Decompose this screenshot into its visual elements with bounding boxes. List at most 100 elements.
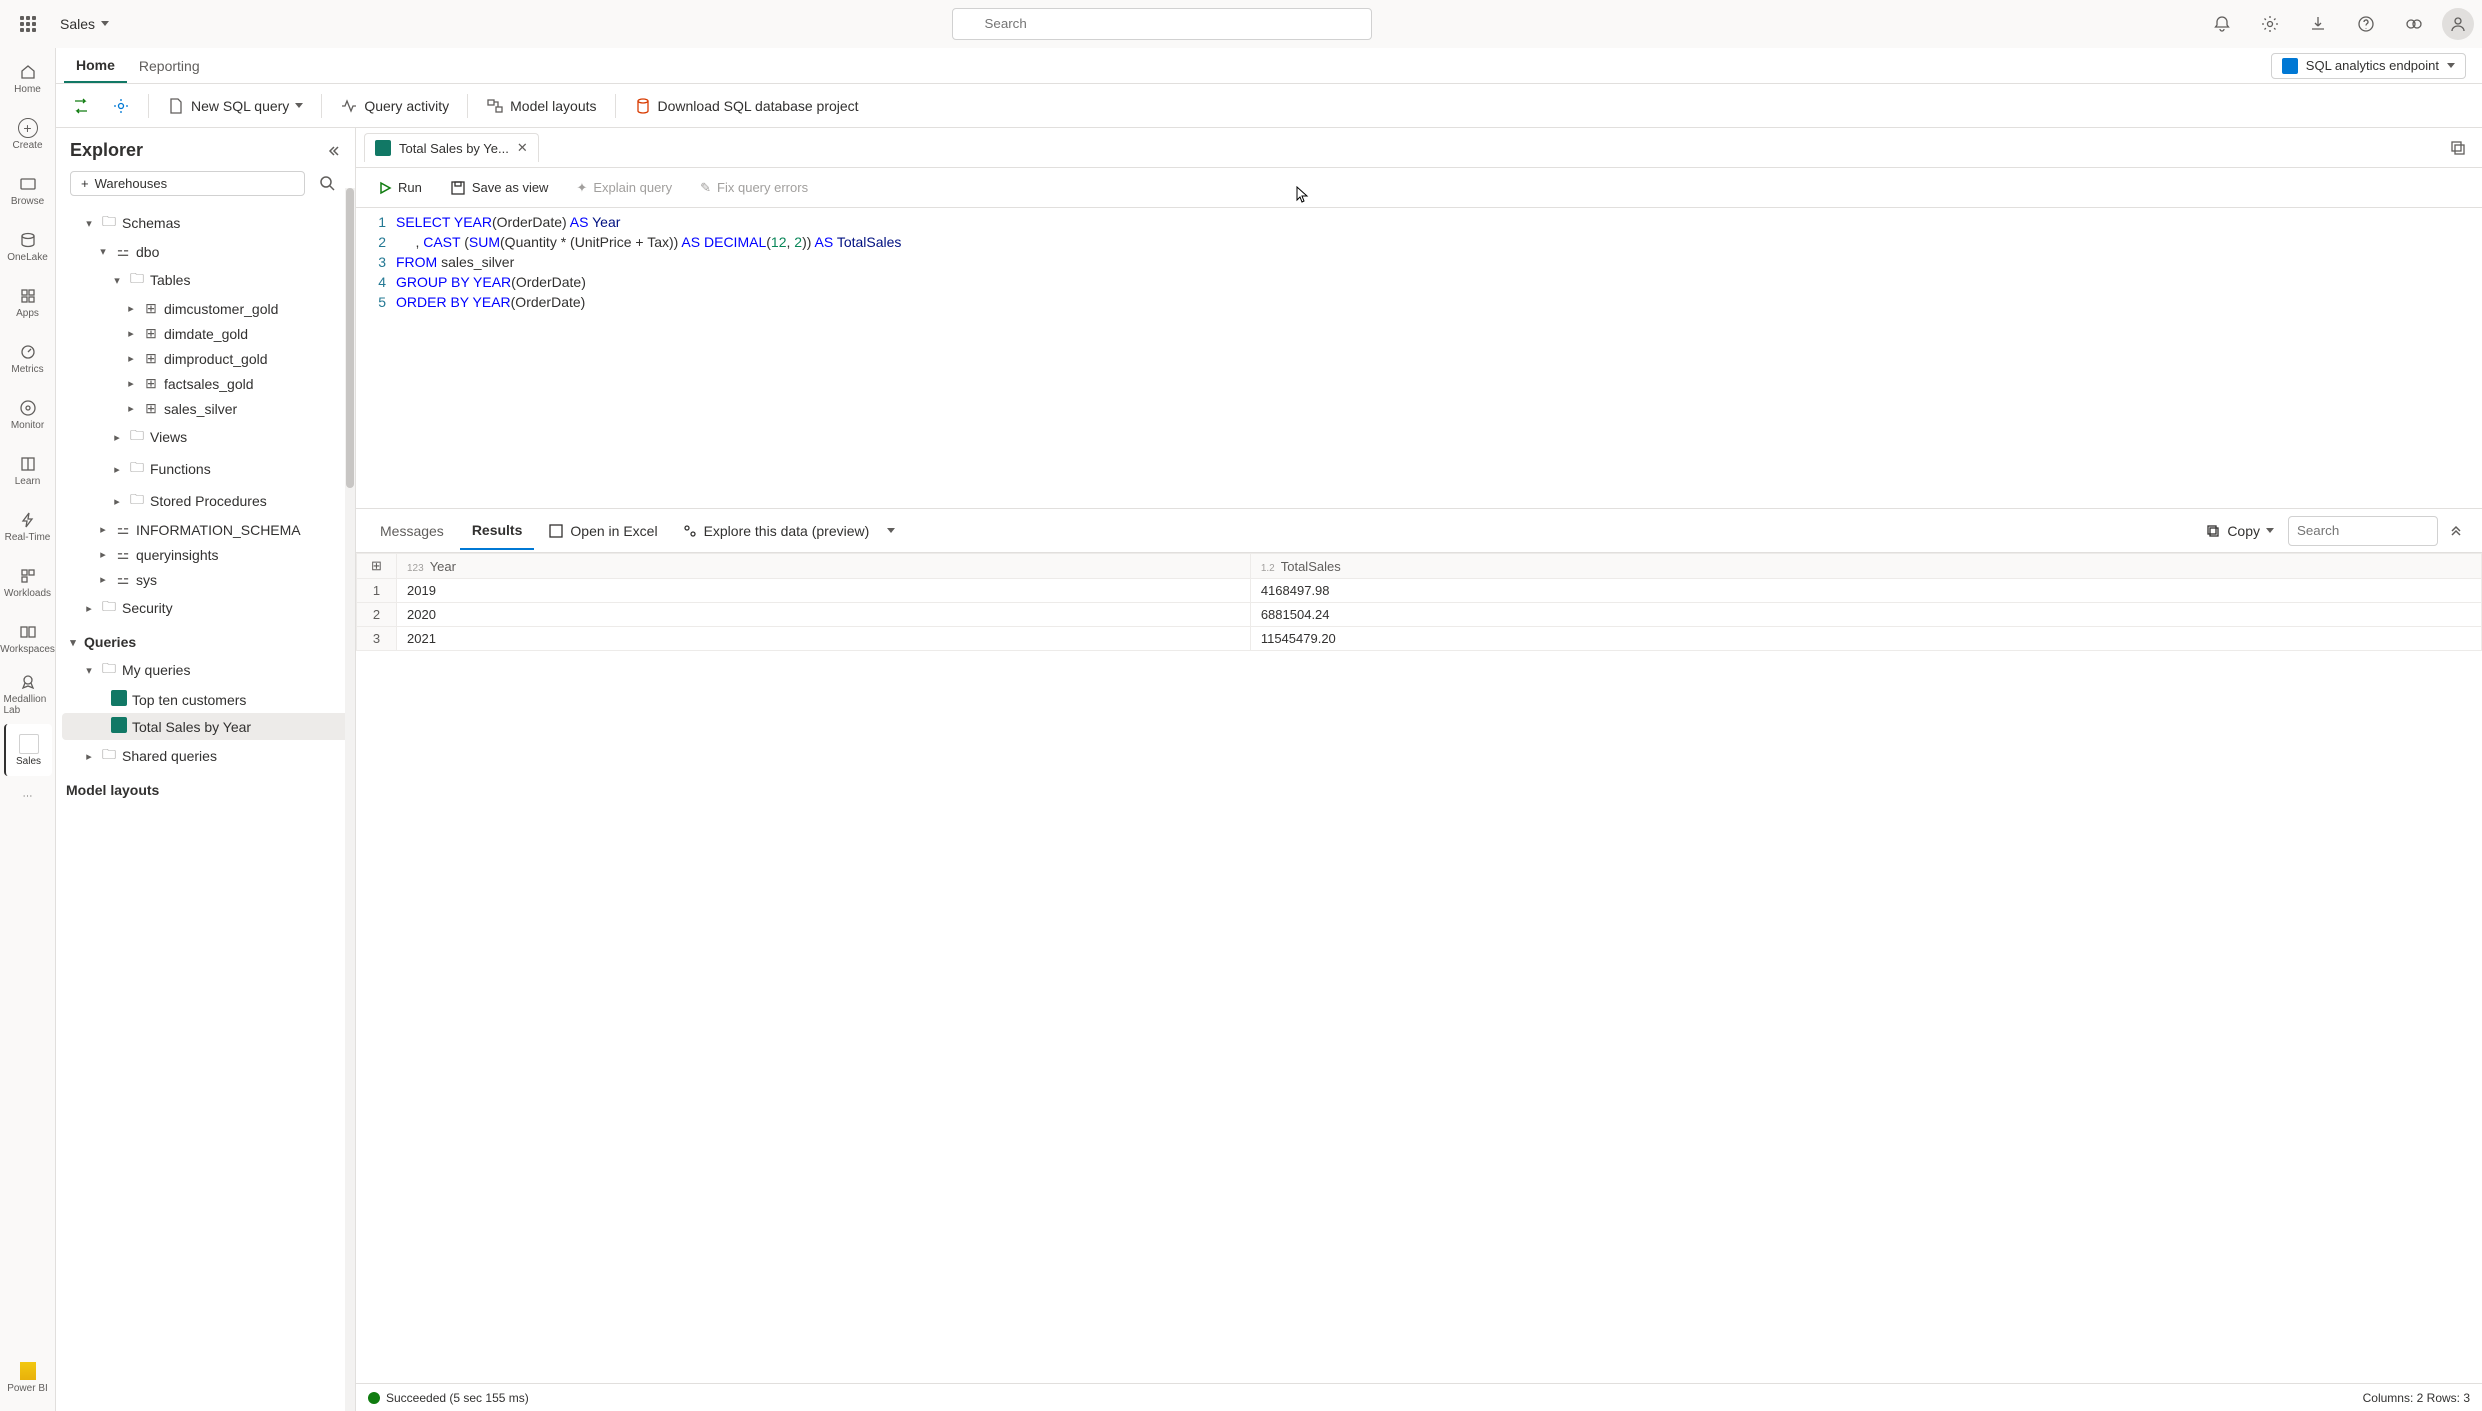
settings-icon[interactable] xyxy=(2250,4,2290,44)
nav-apps[interactable]: Apps xyxy=(4,276,52,328)
tree-table[interactable]: ▸ ⊞ dimcustomer_gold xyxy=(62,296,349,321)
download-project-button[interactable]: Download SQL database project xyxy=(626,93,867,119)
tree-schemas[interactable]: ▾ 🗀 Schemas xyxy=(62,207,349,239)
tab-home[interactable]: Home xyxy=(64,49,127,83)
nav-learn[interactable]: Learn xyxy=(4,444,52,496)
results-grid[interactable]: ⊞ 123Year 1.2TotalSales 1 2019 4168497.9… xyxy=(356,553,2482,1383)
messages-tab[interactable]: Messages xyxy=(368,513,456,549)
table-row[interactable]: 3 2021 11545479.20 xyxy=(357,627,2482,651)
copy-button[interactable]: Copy xyxy=(2195,519,2284,543)
close-tab-button[interactable]: ✕ xyxy=(517,140,528,156)
save-icon xyxy=(450,180,466,196)
workspace-dropdown[interactable]: Sales xyxy=(48,16,121,32)
query-activity-button[interactable]: Query activity xyxy=(332,93,457,119)
tree-security[interactable]: ▸ 🗀 Security xyxy=(62,592,349,624)
chevron-down-icon xyxy=(295,103,303,108)
model-layouts-button[interactable]: Model layouts xyxy=(478,93,604,119)
download-icon[interactable] xyxy=(2298,4,2338,44)
folder-icon: 🗀 xyxy=(128,457,146,481)
nav-onelake[interactable]: OneLake xyxy=(4,220,52,272)
new-sql-query-button[interactable]: New SQL query xyxy=(159,93,311,119)
tree-query-item-selected[interactable]: Total Sales by Year xyxy=(62,713,349,740)
nav-sales[interactable]: Sales xyxy=(4,724,52,776)
nav-metrics[interactable]: Metrics xyxy=(4,332,52,384)
tree-query-item[interactable]: Top ten customers xyxy=(62,686,349,713)
chevron-down-icon xyxy=(887,528,895,533)
tree-dbo[interactable]: ▾ ⚍ dbo xyxy=(62,239,349,264)
nav-powerbi[interactable]: Power BI xyxy=(4,1351,52,1403)
schema-icon: ⚍ xyxy=(114,243,132,260)
nav-home[interactable]: Home xyxy=(4,52,52,104)
table-row[interactable]: 2 2020 6881504.24 xyxy=(357,603,2482,627)
chevron-down-icon: ▾ xyxy=(110,274,124,287)
tree-sys[interactable]: ▸ ⚍ sys xyxy=(62,567,349,592)
nav-monitor[interactable]: Monitor xyxy=(4,388,52,440)
tree-model-layouts-section[interactable]: Model layouts xyxy=(62,778,349,802)
results-tab[interactable]: Results xyxy=(460,512,535,550)
tree-stored-procs[interactable]: ▸ 🗀 Stored Procedures xyxy=(62,485,349,517)
explorer-search-button[interactable] xyxy=(313,169,341,197)
table-icon: ⊞ xyxy=(142,400,160,417)
chevron-right-icon: ▸ xyxy=(110,495,124,508)
refresh-button[interactable] xyxy=(64,93,98,119)
chevron-right-icon: ▸ xyxy=(124,352,138,365)
tree-table[interactable]: ▸ ⊞ dimdate_gold xyxy=(62,321,349,346)
gear-icon xyxy=(112,97,130,115)
column-header-total[interactable]: 1.2TotalSales xyxy=(1250,554,2481,579)
editor-tab[interactable]: Total Sales by Ye... ✕ xyxy=(364,133,539,162)
tree-views[interactable]: ▸ 🗀 Views xyxy=(62,421,349,453)
run-button[interactable]: Run xyxy=(368,176,432,199)
tree-table[interactable]: ▸ ⊞ dimproduct_gold xyxy=(62,346,349,371)
app-launcher[interactable] xyxy=(8,4,48,44)
tree-queryinsights[interactable]: ▸ ⚍ queryinsights xyxy=(62,542,349,567)
tree-queries-section[interactable]: ▾ Queries xyxy=(62,630,349,654)
tree-my-queries[interactable]: ▾ 🗀 My queries xyxy=(62,654,349,686)
nav-browse[interactable]: Browse xyxy=(4,164,52,216)
chevron-right-icon: ▸ xyxy=(82,750,96,763)
feedback-icon[interactable] xyxy=(2394,4,2434,44)
status-success-icon xyxy=(368,1392,380,1404)
explorer-scrollbar[interactable] xyxy=(345,188,355,1411)
sql-file-icon xyxy=(110,717,128,736)
chevron-right-icon: ▸ xyxy=(96,548,110,561)
scrollbar-thumb[interactable] xyxy=(346,188,354,488)
collapse-explorer-button[interactable] xyxy=(325,143,341,159)
nav-create[interactable]: + Create xyxy=(4,108,52,160)
table-icon: ⊞ xyxy=(142,375,160,392)
nav-more[interactable]: ⋯ xyxy=(4,780,52,812)
tree-functions[interactable]: ▸ 🗀 Functions xyxy=(62,453,349,485)
status-text: Succeeded (5 sec 155 ms) xyxy=(386,1391,529,1405)
code-content[interactable]: SELECT YEAR(OrderDate) AS Year , CAST (S… xyxy=(396,208,2482,508)
chevron-down-icon xyxy=(2447,63,2455,68)
collapse-results-button[interactable] xyxy=(2442,517,2470,545)
nav-realtime[interactable]: Real-Time xyxy=(4,500,52,552)
global-search-input[interactable] xyxy=(952,8,1372,40)
notifications-icon[interactable] xyxy=(2202,4,2242,44)
nav-medallion[interactable]: Medallion Lab xyxy=(4,668,52,720)
save-view-button[interactable]: Save as view xyxy=(440,176,559,200)
open-excel-button[interactable]: Open in Excel xyxy=(538,519,667,543)
warehouses-button[interactable]: + Warehouses xyxy=(70,171,305,196)
tree-tables[interactable]: ▾ 🗀 Tables xyxy=(62,264,349,296)
fix-errors-button: ✎ Fix query errors xyxy=(690,176,818,200)
sql-editor[interactable]: 1 2 3 4 5 SELECT YEAR(OrderDate) AS Year… xyxy=(356,208,2482,508)
tree-table[interactable]: ▸ ⊞ factsales_gold xyxy=(62,371,349,396)
folder-icon: 🗀 xyxy=(100,596,118,620)
tree-info-schema[interactable]: ▸ ⚍ INFORMATION_SCHEMA xyxy=(62,517,349,542)
results-search-input[interactable] xyxy=(2288,516,2438,546)
tree-shared-queries[interactable]: ▸ 🗀 Shared queries xyxy=(62,740,349,772)
endpoint-dropdown[interactable]: SQL analytics endpoint xyxy=(2271,53,2466,79)
tree-table[interactable]: ▸ ⊞ sales_silver xyxy=(62,396,349,421)
help-icon[interactable] xyxy=(2346,4,2386,44)
table-row[interactable]: 1 2019 4168497.98 xyxy=(357,579,2482,603)
copy-button[interactable] xyxy=(2442,132,2474,164)
tab-reporting[interactable]: Reporting xyxy=(127,50,212,82)
model-icon xyxy=(486,97,504,115)
nav-workloads[interactable]: Workloads xyxy=(4,556,52,608)
grid-corner[interactable]: ⊞ xyxy=(357,554,397,579)
nav-workspaces[interactable]: Workspaces xyxy=(4,612,52,664)
user-avatar[interactable] xyxy=(2442,8,2474,40)
explore-data-button[interactable]: Explore this data (preview) xyxy=(672,519,906,543)
column-header-year[interactable]: 123Year xyxy=(397,554,1251,579)
settings-button[interactable] xyxy=(104,93,138,119)
